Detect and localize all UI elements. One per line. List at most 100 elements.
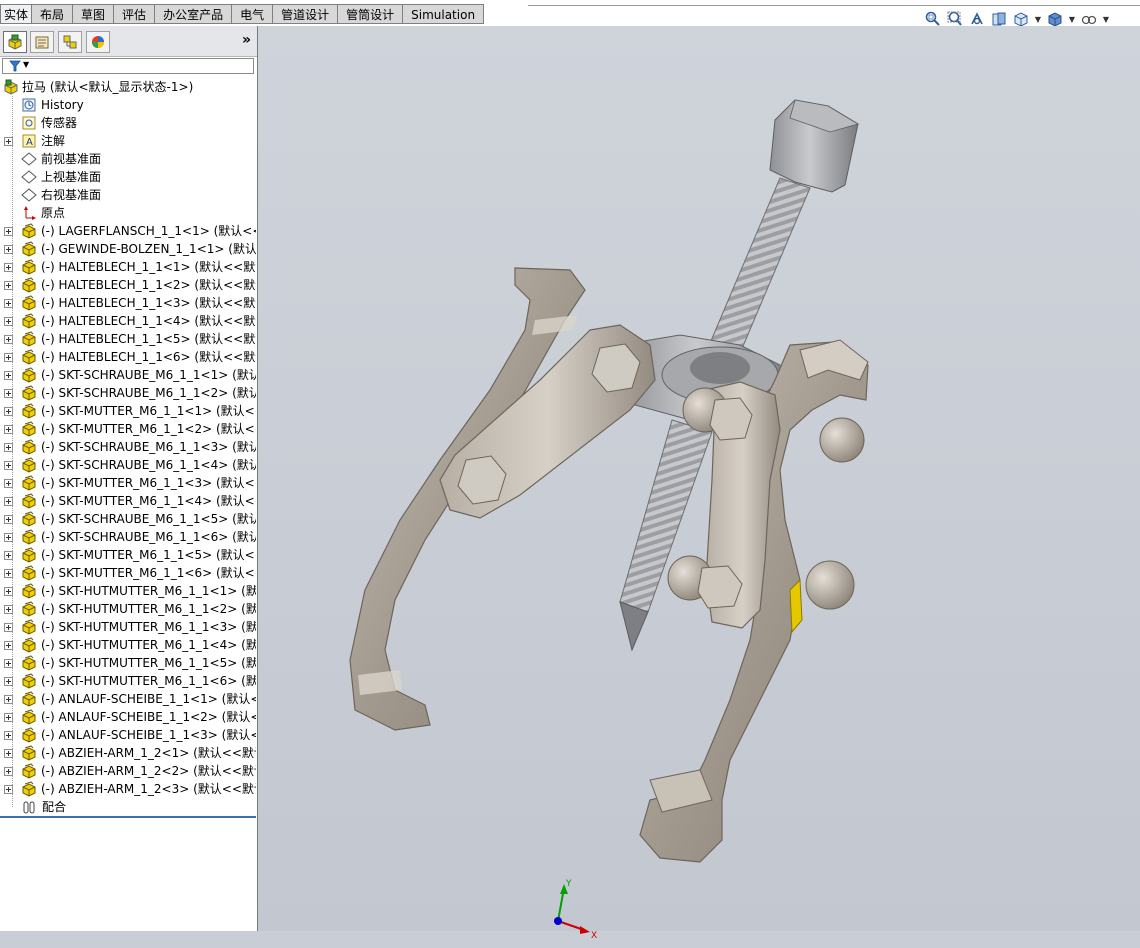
- tree-component-item[interactable]: (-) ABZIEH-ARM_1_2<1> (默认<<默认: [0, 744, 256, 762]
- tree-component-item[interactable]: (-) SKT-SCHRAUBE_M6_1_1<4> (默认: [0, 456, 256, 474]
- component-icon: [21, 331, 37, 347]
- tree-item-label: (-) HALTEBLECH_1_1<6> (默认<<默认: [41, 350, 256, 364]
- component-icon: [21, 745, 37, 761]
- component-icon: [21, 529, 37, 545]
- tab-5[interactable]: 电气: [231, 4, 273, 24]
- tree-folder-item[interactable]: 前视基准面: [0, 150, 256, 168]
- component-icon: [21, 367, 37, 383]
- tree-component-item[interactable]: (-) SKT-HUTMUTTER_M6_1_1<5> (默认: [0, 654, 256, 672]
- tab-6[interactable]: 管道设计: [272, 4, 338, 24]
- tree-item-label: History: [41, 98, 84, 112]
- configuration-manager-icon: [63, 35, 77, 49]
- tree-component-item[interactable]: (-) LAGERFLANSCH_1_1<1> (默认<<默认: [0, 222, 256, 240]
- display-manager-tab[interactable]: [86, 31, 110, 53]
- tree-item-label: 右视基准面: [41, 188, 102, 202]
- tree-component-item[interactable]: (-) SKT-MUTTER_M6_1_1<5> (默认<<: [0, 546, 256, 564]
- component-icon: [21, 493, 37, 509]
- thrust-washer: [789, 578, 803, 634]
- tree-component-item[interactable]: (-) SKT-HUTMUTTER_M6_1_1<4> (默认: [0, 636, 256, 654]
- feature-manager-panel: » ▼ 拉马 (默认<默认_显示状态-1>) History 传感器 A 注解 前视基准面…: [0, 26, 258, 931]
- tree-folder-item[interactable]: 上视基准面: [0, 168, 256, 186]
- tree-component-item[interactable]: (-) SKT-SCHRAUBE_M6_1_1<5> (默认: [0, 510, 256, 528]
- tree-component-item[interactable]: (-) SKT-MUTTER_M6_1_1<2> (默认<<: [0, 420, 256, 438]
- tree-mates-folder[interactable]: 配合: [0, 798, 256, 816]
- tree-item-label: 拉马 (默认<默认_显示状态-1>): [22, 80, 194, 94]
- tree-component-item[interactable]: (-) SKT-HUTMUTTER_M6_1_1<1> (默认: [0, 582, 256, 600]
- tree-component-item[interactable]: (-) HALTEBLECH_1_1<6> (默认<<默认: [0, 348, 256, 366]
- tree-component-item[interactable]: (-) HALTEBLECH_1_1<1> (默认<<默认: [0, 258, 256, 276]
- tree-component-item[interactable]: (-) SKT-MUTTER_M6_1_1<3> (默认<<: [0, 474, 256, 492]
- component-icon: [21, 547, 37, 563]
- tree-item-label: (-) SKT-HUTMUTTER_M6_1_1<2> (默认: [41, 602, 256, 616]
- component-icon: [21, 241, 37, 257]
- component-icon: [21, 619, 37, 635]
- tree-component-item[interactable]: (-) SKT-HUTMUTTER_M6_1_1<2> (默认: [0, 600, 256, 618]
- tree-component-item[interactable]: (-) ABZIEH-ARM_1_2<2> (默认<<默认: [0, 762, 256, 780]
- component-icon: [21, 727, 37, 743]
- component-icon: [21, 475, 37, 491]
- tab-3[interactable]: 评估: [113, 4, 155, 24]
- tree-component-item[interactable]: (-) SKT-SCHRAUBE_M6_1_1<2> (默认: [0, 384, 256, 402]
- tab-0[interactable]: 实体: [0, 4, 32, 24]
- tree-folder-item[interactable]: A 注解: [0, 132, 256, 150]
- tab-8[interactable]: Simulation: [402, 4, 485, 24]
- property-manager-tab[interactable]: [30, 31, 54, 53]
- tree-component-item[interactable]: (-) SKT-SCHRAUBE_M6_1_1<1> (默认: [0, 366, 256, 384]
- tree-component-item[interactable]: (-) HALTEBLECH_1_1<5> (默认<<默认: [0, 330, 256, 348]
- tab-1[interactable]: 布局: [31, 4, 73, 24]
- tree-component-item[interactable]: (-) SKT-MUTTER_M6_1_1<4> (默认<<: [0, 492, 256, 510]
- component-icon: [21, 565, 37, 581]
- tree-item-label: 上视基准面: [41, 170, 102, 184]
- cap-nut-2: [819, 417, 865, 463]
- tree-item-label: (-) LAGERFLANSCH_1_1<1> (默认<<默认: [41, 224, 256, 238]
- component-icon: [21, 313, 37, 329]
- tree-component-item[interactable]: (-) HALTEBLECH_1_1<3> (默认<<默认: [0, 294, 256, 312]
- component-icon: [21, 709, 37, 725]
- tree-connector-line: [12, 96, 13, 807]
- tree-component-item[interactable]: (-) ANLAUF-SCHEIBE_1_1<3> (默认<<: [0, 726, 256, 744]
- tree-folder-item[interactable]: 原点: [0, 204, 256, 222]
- component-icon: [21, 295, 37, 311]
- tree-component-item[interactable]: (-) SKT-MUTTER_M6_1_1<1> (默认<<: [0, 402, 256, 420]
- feature-manager-tab[interactable]: [3, 31, 27, 53]
- tree-component-item[interactable]: (-) ANLAUF-SCHEIBE_1_1<2> (默认<<: [0, 708, 256, 726]
- tab-4[interactable]: 办公室产品: [154, 4, 232, 24]
- tree-item-label: 配合: [42, 800, 67, 814]
- tree-component-item[interactable]: (-) ABZIEH-ARM_1_2<3> (默认<<默认: [0, 780, 256, 798]
- component-icon: [21, 673, 37, 689]
- filter-icon: [9, 60, 21, 72]
- component-icon: [21, 601, 37, 617]
- component-icon: [21, 457, 37, 473]
- tree-root[interactable]: 拉马 (默认<默认_显示状态-1>): [0, 78, 256, 96]
- graphics-area[interactable]: Y X: [258, 26, 1140, 941]
- tree-component-item[interactable]: (-) HALTEBLECH_1_1<4> (默认<<默认: [0, 312, 256, 330]
- tree-folder-item[interactable]: 右视基准面: [0, 186, 256, 204]
- tree-component-item[interactable]: (-) GEWINDE-BOLZEN_1_1<1> (默认<: [0, 240, 256, 258]
- tree-item-label: (-) SKT-SCHRAUBE_M6_1_1<6> (默认: [41, 530, 256, 544]
- tree-component-item[interactable]: (-) SKT-HUTMUTTER_M6_1_1<6> (默认: [0, 672, 256, 690]
- tree-component-item[interactable]: (-) ANLAUF-SCHEIBE_1_1<1> (默认<<: [0, 690, 256, 708]
- component-icon: [21, 403, 37, 419]
- tree-item-label: (-) HALTEBLECH_1_1<4> (默认<<默认: [41, 314, 256, 328]
- configuration-manager-tab[interactable]: [58, 31, 82, 53]
- sensor-icon: [21, 115, 37, 131]
- tree-folder-item[interactable]: 传感器: [0, 114, 256, 132]
- tree-item-label: (-) SKT-MUTTER_M6_1_1<4> (默认<<: [41, 494, 256, 508]
- tree-component-item[interactable]: (-) HALTEBLECH_1_1<2> (默认<<默认: [0, 276, 256, 294]
- component-icon: [21, 781, 37, 797]
- tab-7[interactable]: 管筒设计: [337, 4, 403, 24]
- expand-panel-button[interactable]: »: [242, 32, 251, 48]
- tree-component-item[interactable]: (-) SKT-MUTTER_M6_1_1<6> (默认<<: [0, 564, 256, 582]
- tree-component-item[interactable]: (-) SKT-HUTMUTTER_M6_1_1<3> (默认: [0, 618, 256, 636]
- tab-2[interactable]: 草图: [72, 4, 114, 24]
- component-icon: [21, 277, 37, 293]
- feature-manager-icon: [8, 34, 22, 50]
- puller-3d-model[interactable]: [258, 26, 1140, 931]
- tree-item-label: (-) ANLAUF-SCHEIBE_1_1<3> (默认<<: [41, 728, 256, 742]
- tree-folder-item[interactable]: History: [0, 96, 256, 114]
- tree-filter[interactable]: ▼: [2, 58, 254, 74]
- tree-component-item[interactable]: (-) SKT-SCHRAUBE_M6_1_1<6> (默认: [0, 528, 256, 546]
- plane-icon: [21, 151, 37, 167]
- tree-component-item[interactable]: (-) SKT-SCHRAUBE_M6_1_1<3> (默认: [0, 438, 256, 456]
- component-icon: [21, 511, 37, 527]
